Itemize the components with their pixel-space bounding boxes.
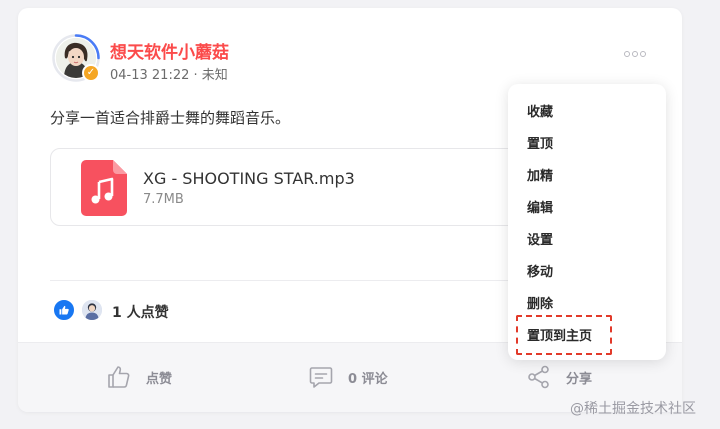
- liker-avatar: [80, 298, 104, 322]
- menu-item-pin[interactable]: 置顶: [527, 133, 553, 152]
- verified-check-icon: ✓: [82, 64, 100, 82]
- menu-item-move[interactable]: 移动: [527, 261, 553, 280]
- author-name[interactable]: 想天软件小蘑菇: [110, 38, 229, 63]
- file-name: XG - SHOOTING STAR.mp3: [143, 169, 355, 188]
- music-file-icon: [81, 160, 127, 216]
- comment-label: 0 评论: [348, 371, 388, 387]
- thumbs-up-outline-icon: [108, 366, 130, 388]
- menu-item-delete[interactable]: 删除: [527, 293, 553, 312]
- watermark: @稀土掘金技术社区: [570, 401, 696, 417]
- menu-item-settings[interactable]: 设置: [527, 229, 553, 248]
- comment-icon: [309, 367, 333, 388]
- file-size: 7.7MB: [143, 192, 184, 207]
- comment-button[interactable]: 0 评论: [308, 363, 388, 391]
- post-meta: 04-13 21:22 · 未知: [110, 68, 228, 83]
- post-text: 分享一首适合排爵士舞的舞蹈音乐。: [50, 109, 291, 127]
- share-label: 分享: [566, 371, 593, 387]
- highlight-annotation: [516, 315, 612, 355]
- like-button[interactable]: 点赞: [106, 363, 172, 391]
- share-button[interactable]: 分享: [526, 363, 592, 391]
- more-dots-icon[interactable]: [624, 42, 652, 57]
- thumbs-up-icon: [52, 298, 76, 322]
- like-label: 点赞: [146, 371, 173, 387]
- share-icon: [528, 365, 549, 389]
- like-count[interactable]: 1 人点赞: [112, 302, 169, 322]
- menu-item-feature[interactable]: 加精: [527, 165, 553, 184]
- menu-item-edit[interactable]: 编辑: [527, 197, 553, 216]
- author-avatar[interactable]: ✓: [52, 34, 100, 82]
- menu-item-favorite[interactable]: 收藏: [527, 101, 553, 120]
